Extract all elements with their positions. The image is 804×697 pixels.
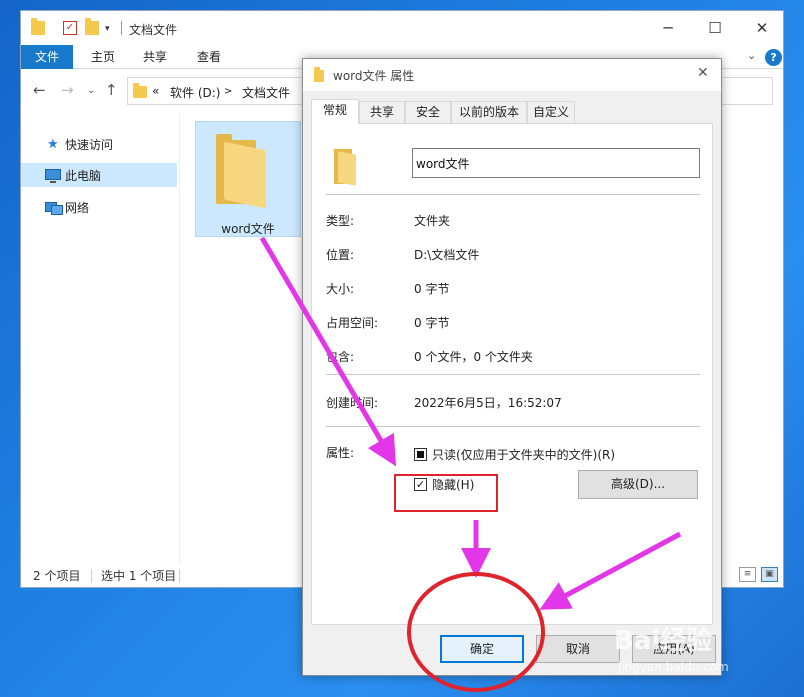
divider — [326, 374, 700, 375]
created-label: 创建时间: — [326, 396, 379, 410]
help-icon[interactable]: ? — [765, 49, 782, 66]
close-icon[interactable]: ✕ — [747, 17, 777, 39]
size-label: 大小: — [326, 282, 355, 296]
maximize-icon[interactable]: ☐ — [700, 17, 730, 39]
file-item-label: word文件 — [221, 222, 275, 236]
size-on-disk-value: 0 字节 — [414, 316, 450, 330]
ribbon-tab-view[interactable]: 查看 — [189, 45, 229, 69]
address-segment-drive[interactable]: 软件 (D:) — [170, 84, 220, 101]
folder-name-field[interactable] — [412, 148, 700, 178]
folder-icon — [314, 67, 324, 82]
advanced-button[interactable]: 高级(D)... — [578, 470, 698, 499]
divider — [326, 194, 700, 195]
location-value: D:\文档文件 — [414, 248, 480, 262]
readonly-label[interactable]: 只读(仅应用于文件夹中的文件)(R) — [432, 446, 615, 463]
tab-customize[interactable]: 自定义 — [527, 101, 575, 123]
folder-icon — [334, 146, 358, 186]
address-overflow-icon[interactable]: « — [152, 84, 159, 98]
recent-locations-chevron-icon[interactable]: ⌄ — [87, 85, 95, 96]
ribbon-tab-share[interactable]: 共享 — [135, 45, 175, 69]
type-value: 文件夹 — [414, 214, 451, 228]
nav-item-this-pc[interactable]: 此电脑 — [21, 163, 177, 187]
tab-sharing[interactable]: 共享 — [359, 101, 405, 123]
attributes-label: 属性: — [326, 446, 355, 460]
item-count: 2 个项目 — [33, 569, 81, 583]
cancel-button[interactable]: 取消 — [536, 635, 620, 663]
explorer-titlebar: ✓ ▾ 文档文件 ─ ☐ ✕ — [21, 11, 783, 45]
size-value: 0 字节 — [414, 282, 450, 296]
title-separator — [121, 21, 122, 35]
general-tab-panel: 类型: 文件夹 位置: D:\文档文件 大小: 0 字节 占用空间: 0 字节 … — [311, 123, 713, 625]
forward-arrow-icon[interactable]: → — [61, 81, 74, 99]
new-folder-icon[interactable] — [85, 18, 99, 35]
address-separator-icon[interactable]: > — [224, 86, 232, 97]
nav-item-label: 此电脑 — [65, 169, 102, 183]
back-arrow-icon[interactable]: ← — [33, 81, 46, 99]
tab-previous-versions[interactable]: 以前的版本 — [451, 101, 527, 123]
nav-item-network[interactable]: 网络 — [21, 195, 177, 219]
details-view-icon[interactable]: ≡ — [739, 567, 756, 582]
tab-security[interactable]: 安全 — [405, 101, 451, 123]
nav-item-label: 快速访问 — [65, 138, 114, 152]
properties-check-icon[interactable]: ✓ — [63, 21, 77, 35]
hidden-checkbox[interactable]: ✓ — [414, 478, 427, 491]
customize-toolbar-chevron-icon[interactable]: ▾ — [105, 24, 110, 34]
properties-dialog: word文件 属性 ✕ 常规 共享 安全 以前的版本 自定义 类型: 文件夹 位… — [302, 58, 722, 676]
status-separator — [179, 569, 180, 583]
dialog-titlebar: word文件 属性 ✕ — [303, 59, 721, 91]
folder-icon — [216, 134, 272, 209]
hidden-label[interactable]: 隐藏(H) — [432, 476, 474, 493]
up-arrow-icon[interactable]: ↑ — [105, 81, 118, 99]
location-label: 位置: — [326, 248, 355, 262]
selected-count: 选中 1 个项目 — [101, 569, 177, 583]
computer-icon — [45, 169, 61, 183]
folder-icon — [31, 18, 45, 35]
ribbon-tab-file[interactable]: 文件 — [21, 45, 73, 69]
divider — [326, 426, 700, 427]
large-icons-view-icon[interactable]: ▣ — [761, 567, 778, 582]
type-label: 类型: — [326, 214, 355, 228]
address-folder-icon — [133, 83, 147, 98]
expand-ribbon-chevron-icon[interactable]: ⌄ — [747, 49, 756, 62]
explorer-title: 文档文件 — [129, 23, 178, 37]
minimize-icon[interactable]: ─ — [653, 17, 683, 39]
network-icon — [45, 200, 63, 215]
pane-divider[interactable] — [179, 113, 180, 563]
navigation-pane: ★ 快速访问 此电脑 网络 — [21, 113, 181, 563]
contains-value: 0 个文件，0 个文件夹 — [414, 350, 533, 364]
ribbon-tab-home[interactable]: 主页 — [83, 45, 123, 69]
star-icon: ★ — [47, 137, 59, 152]
readonly-checkbox[interactable] — [414, 448, 427, 461]
address-segment-folder[interactable]: 文档文件 — [242, 84, 290, 101]
ok-button[interactable]: 确定 — [440, 635, 524, 663]
dialog-title: word文件 属性 — [333, 69, 415, 83]
size-on-disk-label: 占用空间: — [326, 316, 379, 330]
status-separator — [91, 569, 92, 583]
apply-button[interactable]: 应用(A) — [632, 635, 716, 663]
close-icon[interactable]: ✕ — [697, 65, 709, 81]
nav-item-quick-access[interactable]: ★ 快速访问 — [21, 132, 177, 156]
created-value: 2022年6月5日，16:52:07 — [414, 396, 562, 410]
file-item-folder[interactable]: word文件 — [195, 121, 301, 237]
nav-item-label: 网络 — [65, 201, 90, 215]
tab-general[interactable]: 常规 — [311, 99, 359, 124]
contains-label: 包含: — [326, 350, 355, 364]
